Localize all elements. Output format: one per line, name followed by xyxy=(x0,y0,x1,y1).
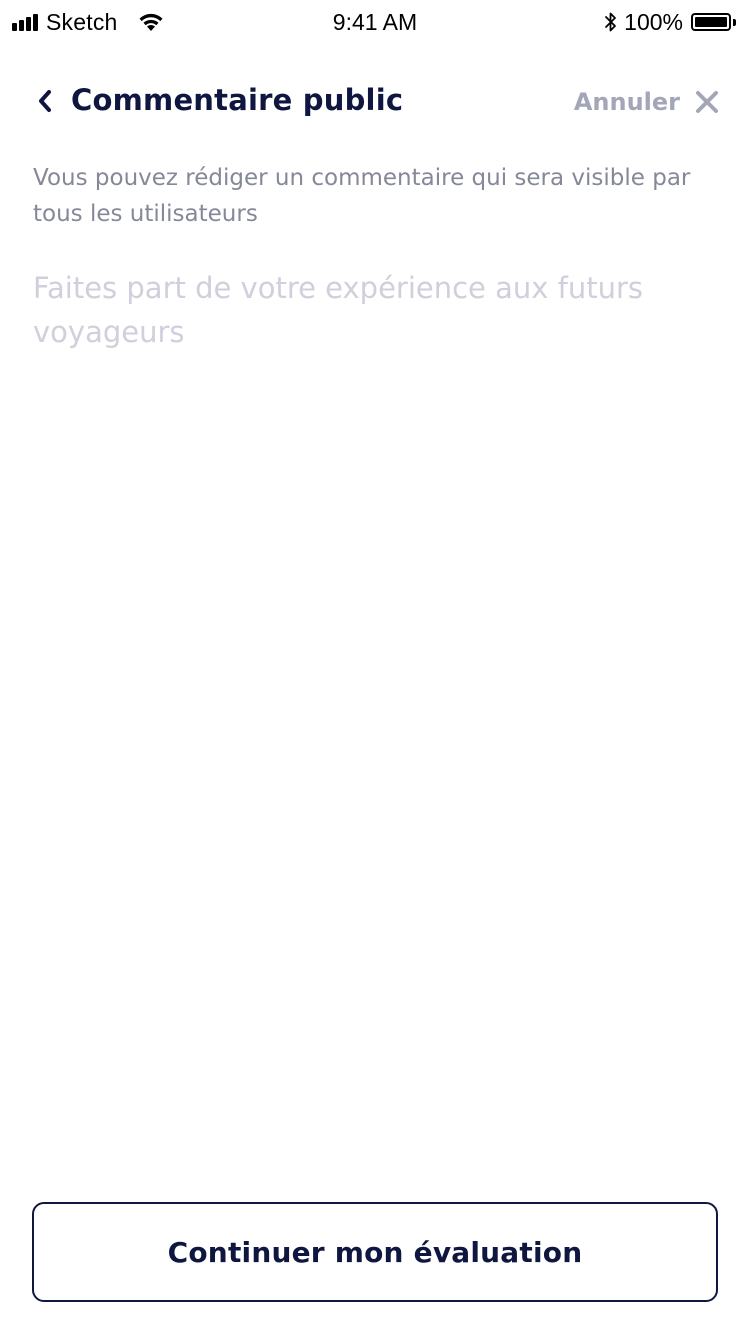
back-button[interactable] xyxy=(28,84,62,118)
status-right: 100% xyxy=(604,8,736,36)
continue-evaluation-label: Continuer mon évaluation xyxy=(167,1235,583,1269)
description-text: Vous pouvez rédiger un commentaire qui s… xyxy=(33,165,691,227)
close-icon xyxy=(696,91,718,113)
battery-tip xyxy=(733,18,736,26)
page-title: Commentaire public xyxy=(71,83,404,117)
battery-icon xyxy=(691,13,731,31)
cancel-button[interactable]: Annuler xyxy=(574,84,720,120)
status-bar: Sketch 9:41 AM 100% xyxy=(0,0,750,44)
battery-percent: 100% xyxy=(624,8,683,35)
header: Commentaire public Annuler xyxy=(0,70,750,134)
public-comment-input[interactable] xyxy=(33,266,717,1146)
bluetooth-icon xyxy=(605,12,617,32)
cancel-label: Annuler xyxy=(573,88,680,116)
battery-fill xyxy=(695,17,727,27)
continue-evaluation-button[interactable]: Continuer mon évaluation xyxy=(32,1202,718,1302)
chevron-left-icon xyxy=(39,90,51,112)
